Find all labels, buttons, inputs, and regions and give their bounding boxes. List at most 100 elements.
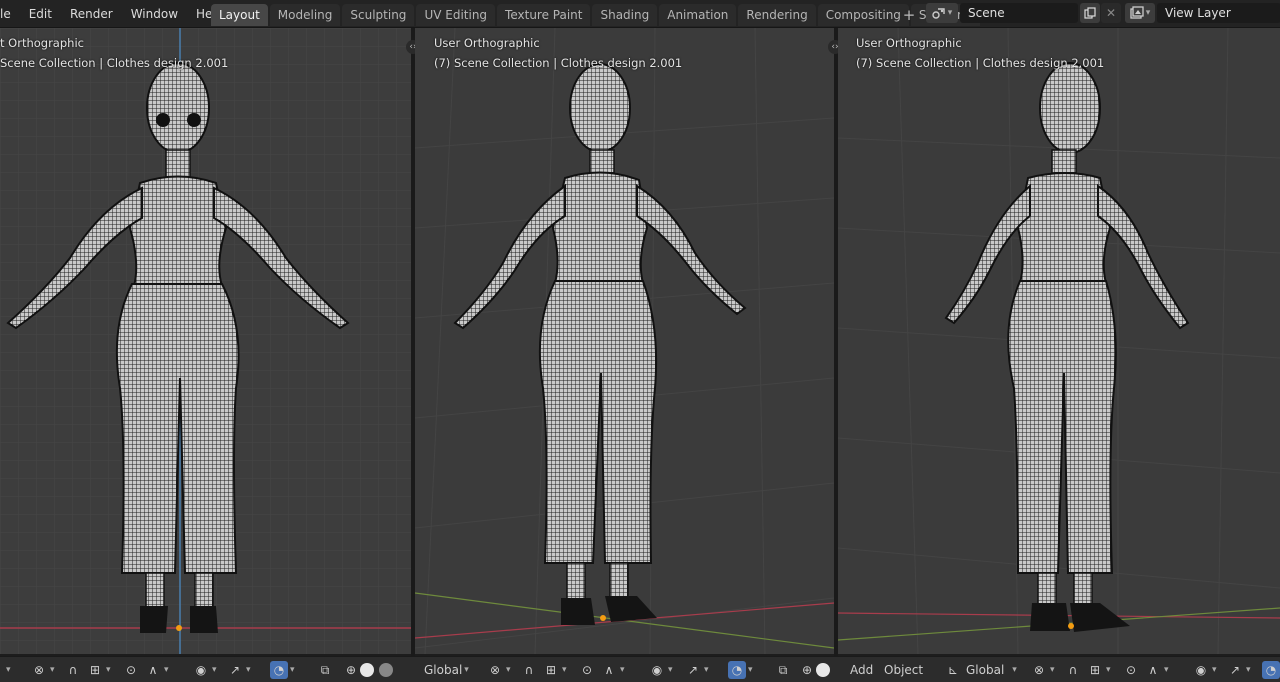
gizmo-dropdown[interactable]: ↗ ▾ — [226, 660, 251, 680]
view-layer-name-field[interactable]: View Layer — [1157, 3, 1280, 23]
scene-icon — [932, 8, 945, 19]
solid-shading-icon[interactable] — [816, 663, 830, 677]
shading-modes: ⊕ — [342, 660, 398, 680]
menu-window[interactable]: Window — [131, 7, 178, 21]
falloff-dropdown[interactable]: ∧ ▾ — [1144, 660, 1169, 680]
view-layer-browse-button[interactable]: ▾ — [1125, 3, 1155, 23]
gizmo-dropdown[interactable]: ↗ ▾ — [684, 660, 709, 680]
gizmo-dropdown[interactable]: ↗ ▾ — [1226, 660, 1251, 680]
snap-increment-icon: ⊞ — [89, 663, 101, 677]
add-menu[interactable]: Add — [850, 660, 873, 680]
chevron-down-icon: ▾ — [748, 665, 753, 675]
xray-icon: ⧉ — [778, 662, 788, 677]
add-workspace-button[interactable]: + — [900, 4, 918, 26]
snap-target-dropdown[interactable]: ⊞ ▾ — [86, 660, 111, 680]
viewport-canvas[interactable] — [838, 28, 1280, 654]
viewport-front[interactable]: t Orthographic Scene Collection | Clothe… — [0, 28, 411, 654]
overlays-toggle[interactable]: ◔ — [1262, 660, 1280, 680]
new-scene-button[interactable] — [1080, 3, 1100, 23]
tab-sculpting[interactable]: Sculpting — [342, 4, 415, 26]
proportional-edit-toggle[interactable]: ⊙ — [122, 660, 140, 680]
object-menu[interactable]: Object — [884, 660, 923, 680]
origin-dot — [1068, 623, 1074, 629]
tab-texture-paint[interactable]: Texture Paint — [497, 4, 591, 26]
snap-toggle[interactable]: ∩ — [64, 660, 82, 680]
wireframe-shading-icon[interactable]: ⊕ — [342, 661, 360, 679]
viewport-collection-label: (7) Scene Collection | Clothes design 2.… — [434, 56, 683, 70]
tab-modeling[interactable]: Modeling — [269, 4, 341, 26]
xray-toggle[interactable]: ⧉ — [316, 660, 334, 680]
chevron-down-icon: ▾ — [464, 665, 469, 675]
scene-name-field[interactable]: Scene — [960, 3, 1078, 23]
gizmo-icon: ↗ — [1229, 663, 1241, 677]
overlays-toggle[interactable]: ◔ ▾ — [270, 660, 295, 680]
proportional-edit-toggle[interactable]: ⊙ — [1122, 660, 1140, 680]
magnet-icon: ∩ — [524, 663, 534, 677]
pivot-icon: ⊗ — [33, 663, 45, 677]
chevron-down-icon: ▾ — [562, 665, 567, 675]
pivot-point-dropdown[interactable]: ⊗ ▾ — [30, 660, 55, 680]
snap-toggle[interactable]: ∩ — [520, 660, 538, 680]
overlays-icon: ◔ — [270, 661, 288, 679]
falloff-curve-icon: ∧ — [148, 663, 158, 677]
chevron-down-icon: ▾ — [1012, 665, 1017, 675]
tab-animation[interactable]: Animation — [659, 4, 737, 26]
chevron-down-icon: ▾ — [212, 665, 217, 675]
visibility-dropdown[interactable]: ◉ ▾ — [648, 660, 673, 680]
material-shading-icon[interactable] — [379, 663, 393, 677]
scene-browse-button[interactable]: ▾ — [926, 3, 958, 23]
top-bar: le Edit Render Window Help Layout Modeli… — [0, 0, 1280, 28]
falloff-dropdown[interactable]: ∧ ▾ — [144, 660, 169, 680]
proportional-edit-icon: ⊙ — [1125, 663, 1137, 677]
delete-scene-button[interactable]: ✕ — [1101, 3, 1121, 23]
snap-target-dropdown[interactable]: ⊞ ▾ — [1086, 660, 1111, 680]
overlays-toggle[interactable]: ◔ ▾ — [728, 660, 753, 680]
snap-increment-icon: ⊞ — [545, 663, 557, 677]
menu-file[interactable]: le — [0, 7, 11, 21]
chevron-down-icon: ▾ — [1106, 665, 1111, 675]
chevron-down-icon: ▾ — [1050, 665, 1055, 675]
viewport-title: User Orthographic — [856, 36, 962, 50]
snap-toggle[interactable]: ∩ — [1064, 660, 1082, 680]
add-menu-label: Add — [850, 663, 874, 677]
proportional-edit-icon: ⊙ — [581, 663, 593, 677]
main-menu: le Edit Render Window Help — [0, 0, 241, 28]
viewport-collection-label: (7) Scene Collection | Clothes design 2.… — [856, 56, 1105, 70]
chevron-down-icon: ▾ — [1212, 665, 1217, 675]
chevron-down-icon: ▾ — [6, 665, 11, 675]
solid-shading-icon[interactable] — [360, 663, 374, 677]
pivot-point-dropdown[interactable]: ⊗ ▾ — [1030, 660, 1055, 680]
magnet-icon: ∩ — [68, 663, 78, 677]
menu-edit[interactable]: Edit — [29, 7, 52, 21]
orientation-dropdown[interactable]: ▾ — [4, 660, 11, 680]
chevron-down-icon: ▾ — [704, 665, 709, 675]
wireframe-shading-icon[interactable]: ⊕ — [798, 661, 816, 679]
tab-layout[interactable]: Layout — [211, 4, 268, 26]
falloff-curve-icon: ∧ — [1148, 663, 1158, 677]
pivot-point-dropdown[interactable]: ⊗ ▾ — [486, 660, 511, 680]
chevron-down-icon: ▾ — [164, 665, 169, 675]
magnet-icon: ∩ — [1068, 663, 1078, 677]
viewport-canvas[interactable] — [0, 28, 411, 654]
viewport-perspective-1[interactable]: User Orthographic (7) Scene Collection |… — [415, 28, 834, 654]
origin-dot — [176, 625, 182, 631]
tab-rendering[interactable]: Rendering — [738, 4, 816, 26]
snap-target-dropdown[interactable]: ⊞ ▾ — [542, 660, 567, 680]
proportional-edit-icon: ⊙ — [125, 663, 137, 677]
visibility-dropdown[interactable]: ◉ ▾ — [192, 660, 217, 680]
render-layers-icon — [1130, 6, 1144, 19]
viewport-perspective-2[interactable]: User Orthographic (7) Scene Collection |… — [838, 28, 1280, 654]
tab-shading[interactable]: Shading — [592, 4, 658, 26]
orientation-dropdown[interactable]: ⊾ Global ▾ — [944, 660, 1017, 680]
menu-render[interactable]: Render — [70, 7, 113, 21]
visibility-dropdown[interactable]: ◉ ▾ — [1192, 660, 1217, 680]
chevron-down-icon: ▾ — [290, 665, 295, 675]
tab-uv-editing[interactable]: UV Editing — [416, 4, 496, 26]
viewport-title: t Orthographic — [0, 36, 84, 50]
xray-toggle[interactable]: ⧉ — [774, 660, 792, 680]
orientation-dropdown[interactable]: Global ▾ — [424, 660, 469, 680]
proportional-edit-toggle[interactable]: ⊙ — [578, 660, 596, 680]
viewport-canvas[interactable] — [415, 28, 834, 654]
tab-compositing[interactable]: Compositing — [817, 4, 909, 26]
falloff-dropdown[interactable]: ∧ ▾ — [600, 660, 625, 680]
